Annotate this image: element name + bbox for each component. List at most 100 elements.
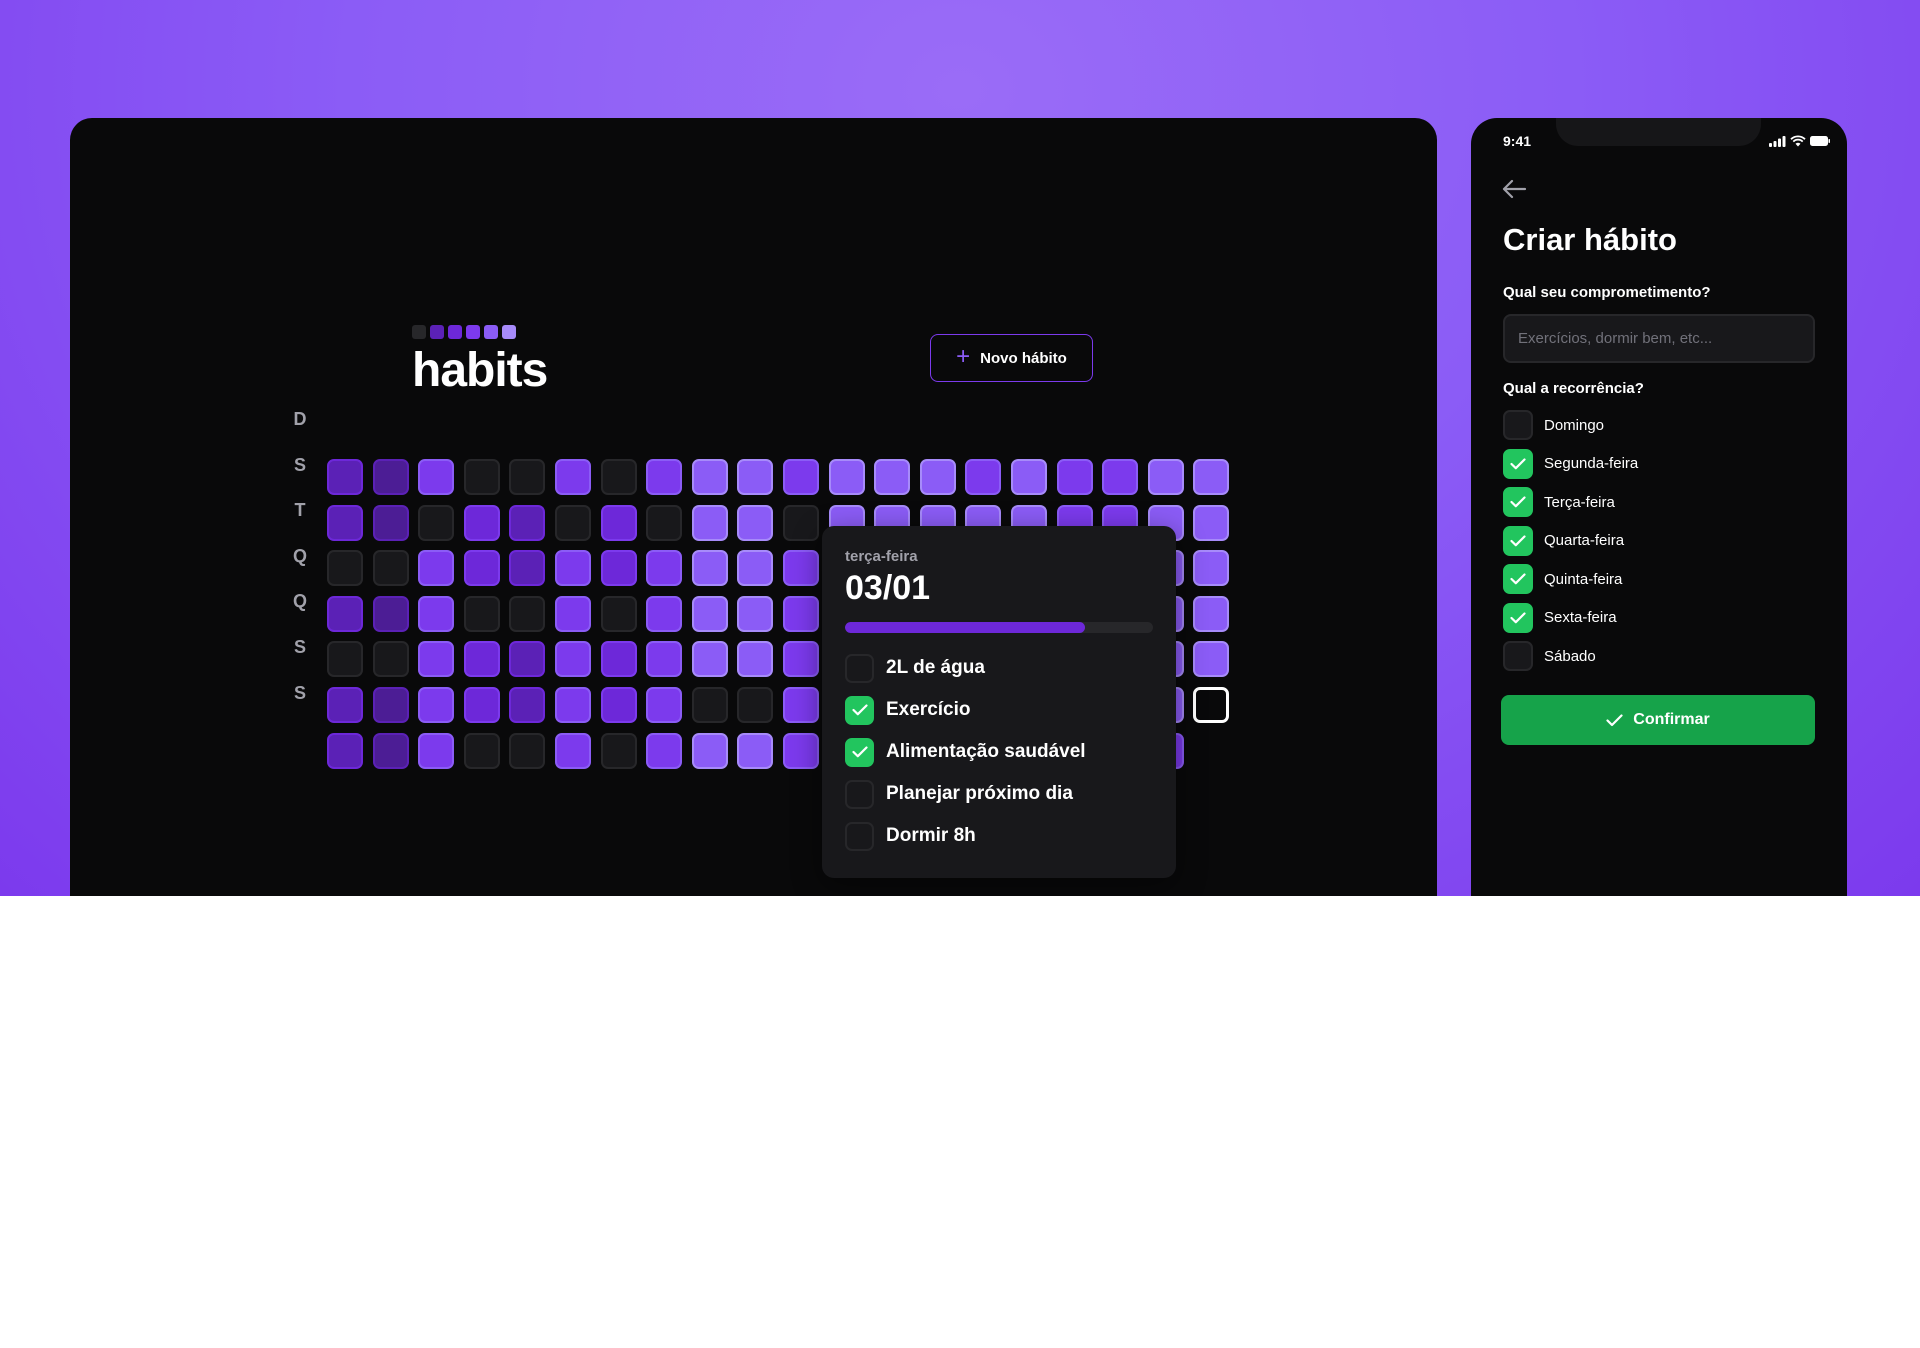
heatmap-cell[interactable] <box>691 504 728 541</box>
heatmap-cell[interactable] <box>646 504 683 541</box>
heatmap-cell[interactable] <box>555 687 591 723</box>
day-checkbox[interactable] <box>1503 410 1533 440</box>
heatmap-cell[interactable] <box>463 550 500 587</box>
heatmap-cell[interactable] <box>509 732 546 769</box>
heatmap-cell[interactable] <box>509 687 546 723</box>
heatmap-cell[interactable] <box>600 687 637 723</box>
day-option[interactable]: Quinta-feira <box>1503 564 1638 594</box>
day-option[interactable]: Segunda-feira <box>1503 448 1638 479</box>
heatmap-cell[interactable] <box>418 687 455 723</box>
heatmap-cell[interactable] <box>783 732 819 769</box>
habit-checkbox[interactable] <box>845 779 874 809</box>
heatmap-cell[interactable] <box>737 550 774 587</box>
heatmap-cell[interactable] <box>1193 504 1230 541</box>
heatmap-cell[interactable] <box>418 504 455 541</box>
habit-item[interactable]: 2L de água <box>845 653 1153 683</box>
heatmap-cell[interactable] <box>1147 459 1184 495</box>
heatmap-cell[interactable] <box>509 550 546 587</box>
heatmap-cell[interactable] <box>327 687 363 723</box>
day-option[interactable]: Quarta-feira <box>1503 525 1638 556</box>
heatmap-cell[interactable] <box>691 550 728 587</box>
heatmap-cell[interactable] <box>555 459 591 495</box>
day-checkbox[interactable] <box>1503 641 1533 671</box>
heatmap-cell[interactable] <box>372 459 409 495</box>
heatmap-cell[interactable] <box>646 687 683 723</box>
heatmap-cell[interactable] <box>418 595 455 632</box>
heatmap-cell[interactable] <box>509 641 546 678</box>
habit-item[interactable]: Planejar próximo dia <box>845 779 1153 809</box>
heatmap-cell[interactable] <box>327 732 363 769</box>
heatmap-cell[interactable] <box>509 459 546 495</box>
heatmap-cell[interactable] <box>509 595 546 632</box>
habit-item[interactable]: Dormir 8h <box>845 821 1153 851</box>
heatmap-cell[interactable] <box>646 459 683 495</box>
heatmap-cell[interactable] <box>783 641 819 678</box>
heatmap-cell[interactable] <box>555 550 591 587</box>
heatmap-cell[interactable] <box>463 595 500 632</box>
heatmap-cell[interactable] <box>828 459 865 495</box>
heatmap-cell[interactable] <box>965 459 1002 495</box>
heatmap-cell[interactable] <box>783 459 819 495</box>
heatmap-cell[interactable] <box>737 595 774 632</box>
heatmap-cell[interactable] <box>600 732 637 769</box>
heatmap-cell[interactable] <box>327 595 363 632</box>
heatmap-cell[interactable] <box>1056 459 1093 495</box>
heatmap-cell[interactable] <box>418 732 455 769</box>
heatmap-cell[interactable] <box>646 732 683 769</box>
heatmap-cell[interactable] <box>1102 459 1139 495</box>
heatmap-cell[interactable] <box>1193 595 1230 632</box>
heatmap-cell[interactable] <box>327 641 363 678</box>
heatmap-cell[interactable] <box>600 595 637 632</box>
heatmap-cell[interactable] <box>327 459 363 495</box>
heatmap-cell-today[interactable] <box>1193 687 1230 723</box>
heatmap-cell[interactable] <box>600 504 637 541</box>
arrow-left-icon[interactable] <box>1501 178 1527 205</box>
day-option[interactable]: Domingo <box>1503 410 1638 440</box>
heatmap-cell[interactable] <box>783 504 819 541</box>
heatmap-cell[interactable] <box>691 732 728 769</box>
heatmap-cell[interactable] <box>555 595 591 632</box>
heatmap-cell[interactable] <box>783 687 819 723</box>
heatmap-cell[interactable] <box>600 459 637 495</box>
heatmap-cell[interactable] <box>1193 459 1230 495</box>
heatmap-cell[interactable] <box>874 459 911 495</box>
heatmap-cell[interactable] <box>463 732 500 769</box>
heatmap-cell[interactable] <box>783 550 819 587</box>
heatmap-cell[interactable] <box>1011 459 1047 495</box>
habit-checkbox[interactable] <box>845 695 874 725</box>
heatmap-cell[interactable] <box>646 641 683 678</box>
heatmap-cell[interactable] <box>737 687 774 723</box>
heatmap-cell[interactable] <box>555 732 591 769</box>
heatmap-cell[interactable] <box>783 595 819 632</box>
heatmap-cell[interactable] <box>1193 550 1230 587</box>
heatmap-cell[interactable] <box>646 595 683 632</box>
heatmap-cell[interactable] <box>600 550 637 587</box>
heatmap-cell[interactable] <box>463 687 500 723</box>
heatmap-cell[interactable] <box>555 504 591 541</box>
heatmap-cell[interactable] <box>691 459 728 495</box>
confirm-button[interactable]: Confirmar <box>1501 695 1815 745</box>
new-habit-button[interactable]: + Novo hábito <box>930 334 1093 382</box>
heatmap-cell[interactable] <box>737 459 774 495</box>
day-checkbox[interactable] <box>1503 448 1533 479</box>
heatmap-cell[interactable] <box>509 504 546 541</box>
heatmap-cell[interactable] <box>463 459 500 495</box>
day-checkbox[interactable] <box>1503 602 1533 633</box>
day-option[interactable]: Sábado <box>1503 641 1638 671</box>
heatmap-cell[interactable] <box>372 732 409 769</box>
day-option[interactable]: Terça-feira <box>1503 487 1638 517</box>
heatmap-cell[interactable] <box>372 550 409 587</box>
heatmap-cell[interactable] <box>691 641 728 678</box>
heatmap-cell[interactable] <box>646 550 683 587</box>
habit-checkbox[interactable] <box>845 821 874 851</box>
heatmap-cell[interactable] <box>372 595 409 632</box>
heatmap-cell[interactable] <box>737 504 774 541</box>
heatmap-cell[interactable] <box>372 641 409 678</box>
heatmap-cell[interactable] <box>600 641 637 678</box>
heatmap-cell[interactable] <box>463 641 500 678</box>
heatmap-cell[interactable] <box>327 550 363 587</box>
heatmap-cell[interactable] <box>418 641 455 678</box>
heatmap-cell[interactable] <box>737 641 774 678</box>
heatmap-cell[interactable] <box>327 504 363 541</box>
day-checkbox[interactable] <box>1503 487 1533 517</box>
